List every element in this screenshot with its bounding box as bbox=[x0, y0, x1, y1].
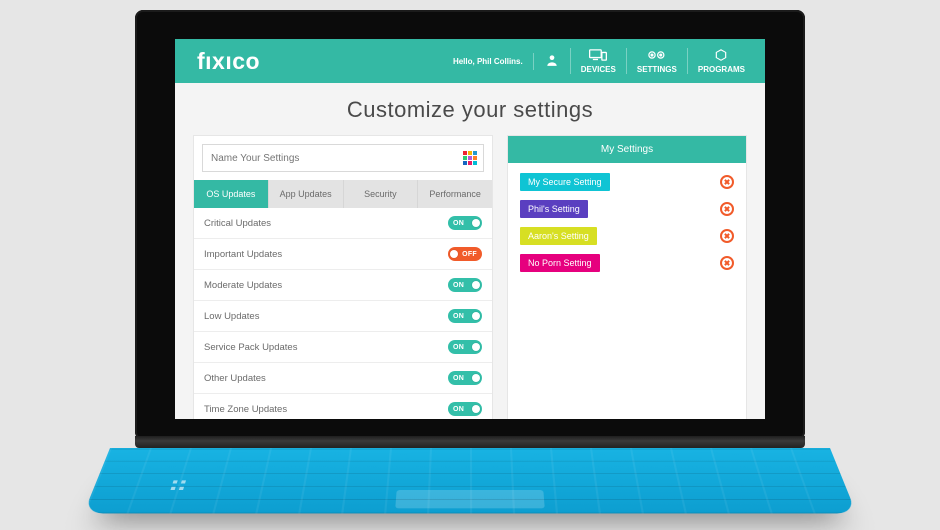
setting-chip[interactable]: No Porn Setting bbox=[520, 254, 600, 272]
toggle-switch[interactable]: ON bbox=[448, 278, 482, 292]
toggle-state-label: ON bbox=[448, 406, 470, 413]
delete-setting-button[interactable] bbox=[720, 256, 734, 270]
my-settings-panel: My Settings My Secure Setting Phil's Sett… bbox=[507, 135, 747, 419]
nav-settings-label: SETTINGS bbox=[637, 65, 677, 74]
tab-os-updates[interactable]: OS Updates bbox=[194, 180, 269, 208]
toggle-switch[interactable]: ON bbox=[448, 216, 482, 230]
toggle-knob bbox=[472, 219, 480, 227]
setting-label: Time Zone Updates bbox=[204, 404, 287, 415]
settings-tabs: OS Updates App Updates Security Performa… bbox=[194, 180, 492, 208]
toggle-switch[interactable]: ON bbox=[448, 340, 482, 354]
app-screen: fıxıco Hello, Phil Collins. DEVICES SETT… bbox=[175, 39, 765, 419]
tab-performance[interactable]: Performance bbox=[418, 180, 492, 208]
toggle-switch[interactable]: ON bbox=[448, 402, 482, 416]
toggle-knob bbox=[472, 281, 480, 289]
delete-setting-button[interactable] bbox=[720, 202, 734, 216]
color-grid-icon[interactable] bbox=[463, 151, 477, 165]
nav-settings[interactable]: SETTINGS bbox=[626, 48, 687, 74]
tablet-hinge bbox=[135, 436, 805, 448]
toggle-state-label: ON bbox=[448, 220, 470, 227]
header-nav: Hello, Phil Collins. DEVICES SETTINGS bbox=[453, 48, 755, 74]
toggle-switch[interactable]: ON bbox=[448, 371, 482, 385]
toggle-switch[interactable]: OFF bbox=[448, 247, 482, 261]
page-title: Customize your settings bbox=[193, 97, 747, 123]
saved-setting-row: Aaron's Setting bbox=[520, 227, 734, 245]
keyboard-cover bbox=[83, 448, 856, 513]
toggle-state-label: ON bbox=[448, 375, 470, 382]
toggle-knob bbox=[472, 405, 480, 413]
toggle-knob bbox=[472, 343, 480, 351]
tab-security[interactable]: Security bbox=[344, 180, 419, 208]
toggle-knob bbox=[450, 250, 458, 258]
user-avatar-icon[interactable] bbox=[533, 53, 570, 70]
delete-setting-button[interactable] bbox=[720, 229, 734, 243]
saved-setting-row: No Porn Setting bbox=[520, 254, 734, 272]
brand-logo: fıxıco bbox=[197, 48, 260, 75]
tab-app-updates[interactable]: App Updates bbox=[269, 180, 344, 208]
toggle-state-label: OFF bbox=[460, 251, 482, 258]
saved-settings-list: My Secure Setting Phil's Setting Aaron's S… bbox=[508, 163, 746, 282]
trackpad bbox=[395, 490, 545, 508]
setting-chip[interactable]: Phil's Setting bbox=[520, 200, 588, 218]
saved-setting-row: Phil's Setting bbox=[520, 200, 734, 218]
setting-row: Service Pack Updates ON bbox=[194, 331, 492, 362]
toggle-state-label: ON bbox=[448, 313, 470, 320]
windows-key-icon bbox=[165, 480, 186, 493]
setting-label: Low Updates bbox=[204, 311, 259, 322]
my-settings-header: My Settings bbox=[508, 136, 746, 163]
setting-row: Other Updates ON bbox=[194, 362, 492, 393]
setting-chip[interactable]: My Secure Setting bbox=[520, 173, 610, 191]
setting-label: Moderate Updates bbox=[204, 280, 282, 291]
toggle-switch[interactable]: ON bbox=[448, 309, 482, 323]
setting-label: Other Updates bbox=[204, 373, 266, 384]
saved-setting-row: My Secure Setting bbox=[520, 173, 734, 191]
settings-card: OS Updates App Updates Security Performa… bbox=[193, 135, 493, 419]
setting-label: Critical Updates bbox=[204, 218, 271, 229]
nav-devices-label: DEVICES bbox=[581, 65, 616, 74]
setting-label: Service Pack Updates bbox=[204, 342, 297, 353]
app-header: fıxıco Hello, Phil Collins. DEVICES SETT… bbox=[175, 39, 765, 83]
toggle-state-label: ON bbox=[448, 282, 470, 289]
setting-row: Time Zone Updates ON bbox=[194, 393, 492, 419]
toggle-knob bbox=[472, 374, 480, 382]
toggle-knob bbox=[472, 312, 480, 320]
setting-row: Important Updates OFF bbox=[194, 238, 492, 269]
setting-label: Important Updates bbox=[204, 249, 282, 260]
settings-rows: Critical Updates ON Important Updates OFF Mo… bbox=[194, 208, 492, 419]
name-settings-field[interactable] bbox=[202, 144, 484, 172]
nav-programs-label: PROGRAMS bbox=[698, 65, 745, 74]
setting-row: Low Updates ON bbox=[194, 300, 492, 331]
page-body: Customize your settings OS Updates App U… bbox=[175, 83, 765, 419]
nav-devices[interactable]: DEVICES bbox=[570, 48, 626, 74]
setting-chip[interactable]: Aaron's Setting bbox=[520, 227, 597, 245]
nav-programs[interactable]: PROGRAMS bbox=[687, 48, 755, 74]
name-settings-input[interactable] bbox=[211, 153, 463, 164]
greeting-text: Hello, Phil Collins. bbox=[453, 57, 533, 66]
toggle-state-label: ON bbox=[448, 344, 470, 351]
tablet-bezel: fıxıco Hello, Phil Collins. DEVICES SETT… bbox=[135, 10, 805, 440]
setting-row: Critical Updates ON bbox=[194, 208, 492, 238]
setting-row: Moderate Updates ON bbox=[194, 269, 492, 300]
device-mockup: fıxıco Hello, Phil Collins. DEVICES SETT… bbox=[0, 0, 940, 530]
delete-setting-button[interactable] bbox=[720, 175, 734, 189]
